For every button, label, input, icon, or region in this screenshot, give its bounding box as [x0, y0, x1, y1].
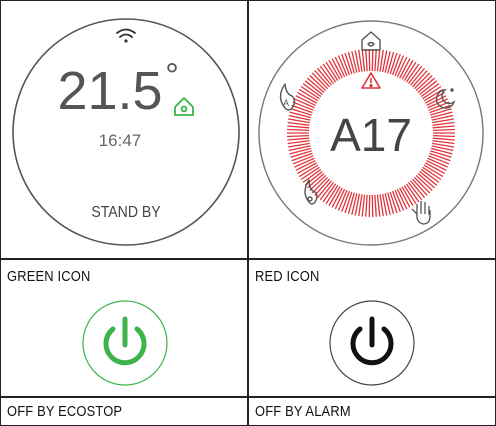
alarm-tick	[376, 194, 381, 217]
alarm-tick	[287, 121, 310, 126]
standby-display-cell: 21.5 ° 16:47 STAND BY	[2, 2, 247, 258]
flame-icon	[304, 179, 318, 205]
wifi-icon	[116, 28, 136, 43]
row-divider-1	[0, 258, 496, 260]
alarm-tick	[287, 137, 310, 141]
alarm-tick	[287, 134, 310, 138]
red-icon-label: RED ICON	[255, 268, 320, 285]
alarm-tick	[432, 125, 455, 129]
temperature-value: 21.5	[57, 61, 162, 121]
dark-power-icon	[329, 300, 415, 386]
green-power-icon	[82, 300, 168, 386]
alarm-code: A17	[330, 109, 412, 161]
alarm-tick	[432, 140, 455, 145]
alarm-tick	[432, 134, 455, 138]
alarm-tick	[432, 128, 455, 132]
alarm-tick	[387, 192, 395, 215]
alarm-tick	[287, 140, 310, 145]
alarm-tick	[374, 194, 377, 217]
alarm-tick	[361, 194, 366, 217]
alarm-tick	[361, 49, 366, 72]
hand-icon	[411, 201, 431, 225]
degree-symbol: °	[165, 57, 179, 95]
warning-icon	[361, 72, 381, 89]
alarm-tick	[347, 51, 355, 74]
alarm-tick	[432, 121, 455, 126]
alarm-tick	[387, 51, 395, 74]
alarm-tick	[376, 49, 381, 72]
off-by-alarm-label: OFF BY ALARM	[255, 403, 351, 420]
alarm-display-cell: A17 A	[249, 2, 494, 258]
alarm-display: A17 A	[258, 20, 484, 246]
alarm-tick	[347, 192, 355, 215]
green-icon-label: GREEN ICON	[7, 268, 91, 285]
home-icon	[361, 31, 381, 51]
alarm-tick	[287, 128, 310, 132]
standby-display: 21.5 ° 16:47 STAND BY	[12, 18, 240, 246]
alarm-tick	[432, 137, 455, 141]
auto-flame-icon: A	[279, 83, 296, 111]
row-divider-2	[0, 396, 496, 398]
alarm-tick	[365, 194, 368, 217]
svg-text:A: A	[283, 98, 289, 108]
alarm-tick	[287, 125, 310, 129]
status-text: STAND BY	[91, 203, 160, 221]
off-by-ecostop-label: OFF BY ECOSTOP	[7, 403, 123, 420]
alarm-tick	[374, 49, 377, 72]
alarm-tick	[365, 49, 368, 72]
clock-time: 16:47	[99, 131, 142, 150]
home-icon	[174, 97, 194, 116]
